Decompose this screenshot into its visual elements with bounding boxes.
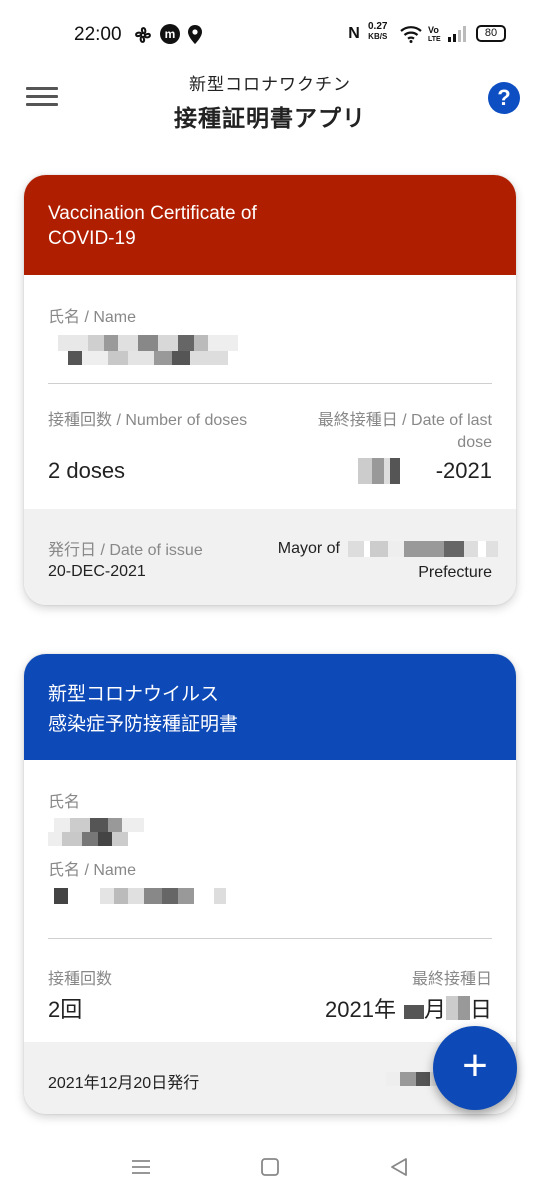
last-dose-value: -2021 <box>357 458 492 484</box>
network-speed: 0.27 KB/S <box>368 22 387 42</box>
last-dose-day: 日 <box>469 997 492 1022</box>
doses-value: 2 doses <box>48 458 126 483</box>
issuer-line1: Mayor of <box>278 540 498 558</box>
card-header-line1: 新型コロナウイルス <box>48 684 220 705</box>
nfc-icon: N <box>348 25 360 42</box>
fan-icon <box>132 24 154 46</box>
card-footer: 発行日 / Date of issue 20-DEC-2021 Mayor of… <box>24 509 516 605</box>
name-value-redacted <box>48 333 492 369</box>
dose-row: 接種回数 2回 最終接種日 2021年 月 日 <box>48 939 492 1039</box>
status-time: 22:00 <box>74 24 122 45</box>
app-title: 接種証明書アプリ <box>174 105 366 131</box>
battery-icon: 80 <box>476 25 506 42</box>
card-header: Vaccination Certificate of COVID-19 <box>24 175 516 275</box>
doses-value: 2回 <box>48 997 83 1022</box>
home-icon[interactable] <box>255 1154 285 1180</box>
status-bar: 22:00 m N 0.27 KB/S Vo LTE 80 <box>0 0 540 68</box>
name-value-redacted <box>48 888 492 908</box>
issuer-suffix: Prefecture <box>418 564 492 581</box>
card-header-line1: Vaccination Certificate of <box>48 203 257 224</box>
name-label: 氏名 / Name <box>48 862 137 879</box>
volte-line1: Vo <box>428 25 439 35</box>
recent-apps-icon[interactable] <box>126 1154 156 1180</box>
name-jp-redacted <box>48 816 492 848</box>
name-label-jp: 氏名 <box>48 794 81 811</box>
app-bar: 新型コロナワクチン 接種証明書アプリ ? <box>0 68 540 138</box>
card-header-line2: COVID-19 <box>48 228 136 249</box>
card-header-line2: 感染症予防接種証明書 <box>48 714 239 735</box>
last-dose-month: 月 <box>423 997 446 1022</box>
speed-unit: KB/S <box>368 32 388 41</box>
name-label: 氏名 / Name <box>48 309 137 326</box>
title-block: 新型コロナワクチン 接種証明書アプリ <box>120 70 420 133</box>
last-dose-label: 最終接種日 / Date of last dose <box>317 412 492 451</box>
m-notification-icon: m <box>160 24 180 44</box>
help-icon[interactable]: ? <box>488 82 520 114</box>
system-nav-bar <box>0 1136 540 1200</box>
issue-label: 発行日 / Date of issue <box>48 542 203 559</box>
issuer-prefix: Mayor of <box>277 540 340 557</box>
certificate-card-english[interactable]: Vaccination Certificate of COVID-19 氏名 /… <box>24 175 516 605</box>
card-body: 氏名 / Name 接種回数 / Number of doses 2 doses… <box>24 303 516 488</box>
dose-row: 接種回数 / Number of doses 2 doses 最終接種日 / D… <box>48 384 492 488</box>
card-header: 新型コロナウイルス 感染症予防接種証明書 <box>24 654 516 760</box>
issue-date: 2021年12月20日発行 <box>48 1075 200 1092</box>
doses-label: 接種回数 / Number of doses <box>48 412 248 429</box>
back-icon[interactable] <box>384 1154 414 1180</box>
speed-value: 0.27 <box>368 21 388 32</box>
last-dose-value: 2021年 月 日 <box>325 992 492 1024</box>
card-body: 氏名 氏名 / Name 接種回数 2回 最終接種日 2021年 月 日 <box>24 788 516 1039</box>
location-icon <box>186 24 204 44</box>
wifi-icon <box>400 24 422 44</box>
issue-date: 20-DEC-2021 <box>48 563 146 580</box>
signal-icon <box>446 24 468 44</box>
doses-label: 接種回数 <box>48 971 113 988</box>
volte-line2: LTE <box>428 36 441 43</box>
volte-indicator: Vo LTE <box>428 26 441 44</box>
hamburger-menu-icon[interactable] <box>26 84 58 110</box>
add-certificate-button[interactable]: + <box>433 1026 517 1110</box>
last-dose-year: -2021 <box>435 458 492 483</box>
app-subtitle: 新型コロナワクチン <box>189 75 351 94</box>
last-dose-label: 最終接種日 <box>411 971 492 988</box>
last-dose-year: 2021年 <box>325 997 396 1022</box>
